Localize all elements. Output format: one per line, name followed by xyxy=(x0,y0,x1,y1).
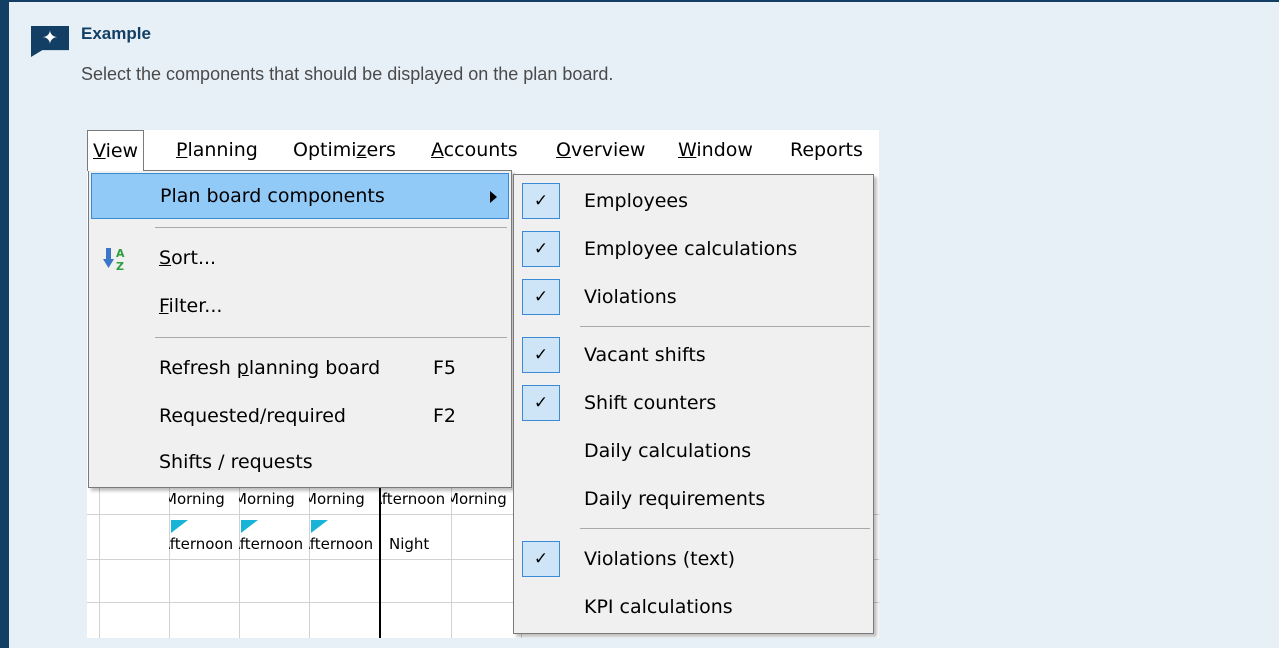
checkmark-icon: ✓ xyxy=(522,337,560,373)
flag-marker-icon xyxy=(171,520,188,533)
checkmark-icon: ✓ xyxy=(522,541,560,577)
menu-window[interactable]: Window xyxy=(678,130,753,170)
submenu-item-daily-requirements[interactable]: Daily requirements xyxy=(514,475,873,523)
submenu-item-vacant-shifts[interactable]: ✓ Vacant shifts xyxy=(514,331,873,379)
shift-cell[interactable]: Morning xyxy=(169,490,239,508)
svg-text:A: A xyxy=(116,247,125,260)
view-dropdown-menu: Plan board components A Z Sort... Filter… xyxy=(88,170,512,488)
flag-marker-icon xyxy=(241,520,258,533)
shift-cell[interactable]: Afternoon xyxy=(381,490,451,508)
flag-marker-icon xyxy=(311,520,328,533)
requested-shortcut: F2 xyxy=(433,405,457,427)
shift-cell[interactable]: Morning xyxy=(309,490,379,508)
requested-required-item[interactable]: Requested/required F2 xyxy=(91,393,509,439)
submenu-item-violations[interactable]: ✓ Violations xyxy=(514,273,873,321)
menu-bar: View Planning Optimizers Accounts Overvi… xyxy=(87,130,879,171)
callout-text: Select the components that should be dis… xyxy=(81,64,614,84)
shift-cell[interactable]: Afternoon xyxy=(309,535,379,553)
submenu-item-employee-calculations[interactable]: ✓ Employee calculations xyxy=(514,225,873,273)
menu-overview[interactable]: Overview xyxy=(556,130,645,170)
submenu-item-daily-calculations[interactable]: Daily calculations xyxy=(514,427,873,475)
submenu-item-shift-counters[interactable]: ✓ Shift counters xyxy=(514,379,873,427)
shift-cell[interactable]: Afternoon xyxy=(169,535,239,553)
plan-board-components-item[interactable]: Plan board components xyxy=(91,173,509,219)
submenu-item-employees[interactable]: ✓ Employees xyxy=(514,177,873,225)
sparkle-icon: ✦ xyxy=(31,26,69,57)
callout-title: Example xyxy=(81,24,151,43)
checkmark-icon: ✓ xyxy=(522,183,560,219)
menu-view[interactable]: View xyxy=(87,130,145,171)
sort-az-icon: A Z xyxy=(103,247,125,272)
checkmark-icon: ✓ xyxy=(522,279,560,315)
refresh-planning-board-item[interactable]: Refresh planning board F5 xyxy=(91,345,509,391)
refresh-shortcut: F5 xyxy=(433,357,457,379)
shift-cell[interactable]: Morning xyxy=(451,490,511,508)
shifts-requests-item[interactable]: Shifts / requests xyxy=(91,439,509,485)
application-screenshot: Morning Morning Morning Afternoon Mornin… xyxy=(87,130,879,638)
shift-cell[interactable]: Night xyxy=(381,535,459,553)
menu-reports[interactable]: Reports xyxy=(790,130,863,170)
checkmark-icon: ✓ xyxy=(522,231,560,267)
submenu-arrow-icon xyxy=(490,191,497,203)
filter-item[interactable]: Filter... xyxy=(91,283,509,329)
example-callout: ✦ Example Select the components that sho… xyxy=(0,0,1279,648)
menu-accounts[interactable]: Accounts xyxy=(431,130,518,170)
submenu-item-kpi-calculations[interactable]: KPI calculations xyxy=(514,583,873,631)
sort-item[interactable]: A Z Sort... xyxy=(91,235,509,281)
submenu-item-violations-text[interactable]: ✓ Violations (text) xyxy=(514,535,873,583)
checkmark-icon: ✓ xyxy=(522,385,560,421)
plan-board-components-submenu: ✓ Employees ✓ Employee calculations ✓ Vi… xyxy=(513,174,874,634)
shift-cell[interactable]: Morning xyxy=(239,490,309,508)
menu-optimizers[interactable]: Optimizers xyxy=(293,130,396,170)
menu-planning[interactable]: Planning xyxy=(176,130,258,170)
svg-text:Z: Z xyxy=(116,260,124,272)
shift-cell[interactable]: Afternoon xyxy=(239,535,309,553)
